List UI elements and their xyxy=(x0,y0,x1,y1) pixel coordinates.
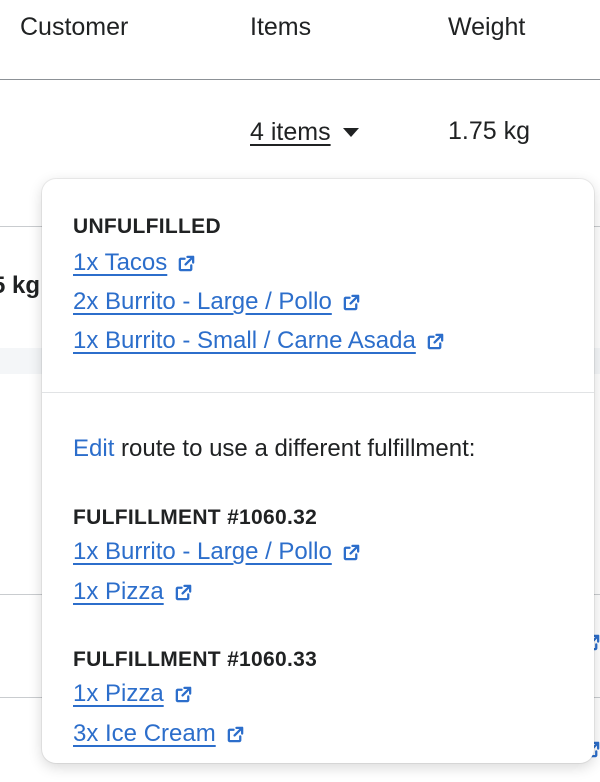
external-link-icon xyxy=(342,543,361,562)
row-weight: 1.75 kg xyxy=(448,117,531,145)
items-dropdown-toggle[interactable]: 4 items xyxy=(250,118,359,147)
external-link-icon xyxy=(174,685,193,704)
column-header-customer[interactable]: Customer xyxy=(20,13,128,42)
external-link-icon xyxy=(174,583,193,602)
items-count-label: 4 items xyxy=(250,118,331,146)
edit-route-text: Edit route to use a different fulfillmen… xyxy=(73,435,475,463)
edit-route-description: route to use a different fulfillment: xyxy=(114,435,476,462)
fulfillment-item-link[interactable]: 1x Pizza xyxy=(73,680,193,708)
fulfillment-title: FULFILLMENT #1060.32 xyxy=(73,506,318,529)
column-header-weight[interactable]: Weight xyxy=(448,13,525,42)
item-link-label: 1x Pizza xyxy=(73,578,164,605)
external-link-icon xyxy=(177,254,196,273)
fulfillment-item-link[interactable]: 3x Ice Cream xyxy=(73,720,245,748)
unfulfilled-title: UNFULFILLED xyxy=(73,215,221,238)
item-link-label: 1x Tacos xyxy=(73,249,168,276)
caret-down-icon xyxy=(342,128,359,137)
column-header-items[interactable]: Items xyxy=(250,13,311,42)
edit-route-link[interactable]: Edit xyxy=(73,435,114,462)
orders-page: Customer Items Weight 4 items 1.75 kg 5 … xyxy=(0,0,600,782)
item-link-label: 1x Pizza xyxy=(73,680,164,707)
external-link-icon xyxy=(226,725,245,744)
item-link-label: 1x Burrito - Small / Carne Asada xyxy=(73,327,416,354)
item-link-label: 2x Burrito - Large / Pollo xyxy=(73,288,332,315)
unfulfilled-item-link[interactable]: 2x Burrito - Large / Pollo xyxy=(73,288,361,316)
unfulfilled-section: UNFULFILLED 1x Tacos 2x Burrito - Large … xyxy=(42,179,594,393)
row-weight-partial: 5 kg xyxy=(0,272,41,299)
fulfillment-item-link[interactable]: 1x Pizza xyxy=(73,578,193,606)
fulfillment-title: FULFILLMENT #1060.33 xyxy=(73,648,318,671)
unfulfilled-item-link[interactable]: 1x Burrito - Small / Carne Asada xyxy=(73,327,445,355)
table-header: Customer Items Weight xyxy=(0,0,600,80)
unfulfilled-item-link[interactable]: 1x Tacos xyxy=(73,249,196,277)
fulfillment-item-link[interactable]: 1x Burrito - Large / Pollo xyxy=(73,538,361,566)
item-link-label: 3x Ice Cream xyxy=(73,720,216,747)
external-link-icon xyxy=(426,332,445,351)
item-link-label: 1x Burrito - Large / Pollo xyxy=(73,538,332,565)
external-link-icon xyxy=(342,293,361,312)
items-popover: UNFULFILLED 1x Tacos 2x Burrito - Large … xyxy=(42,179,594,763)
